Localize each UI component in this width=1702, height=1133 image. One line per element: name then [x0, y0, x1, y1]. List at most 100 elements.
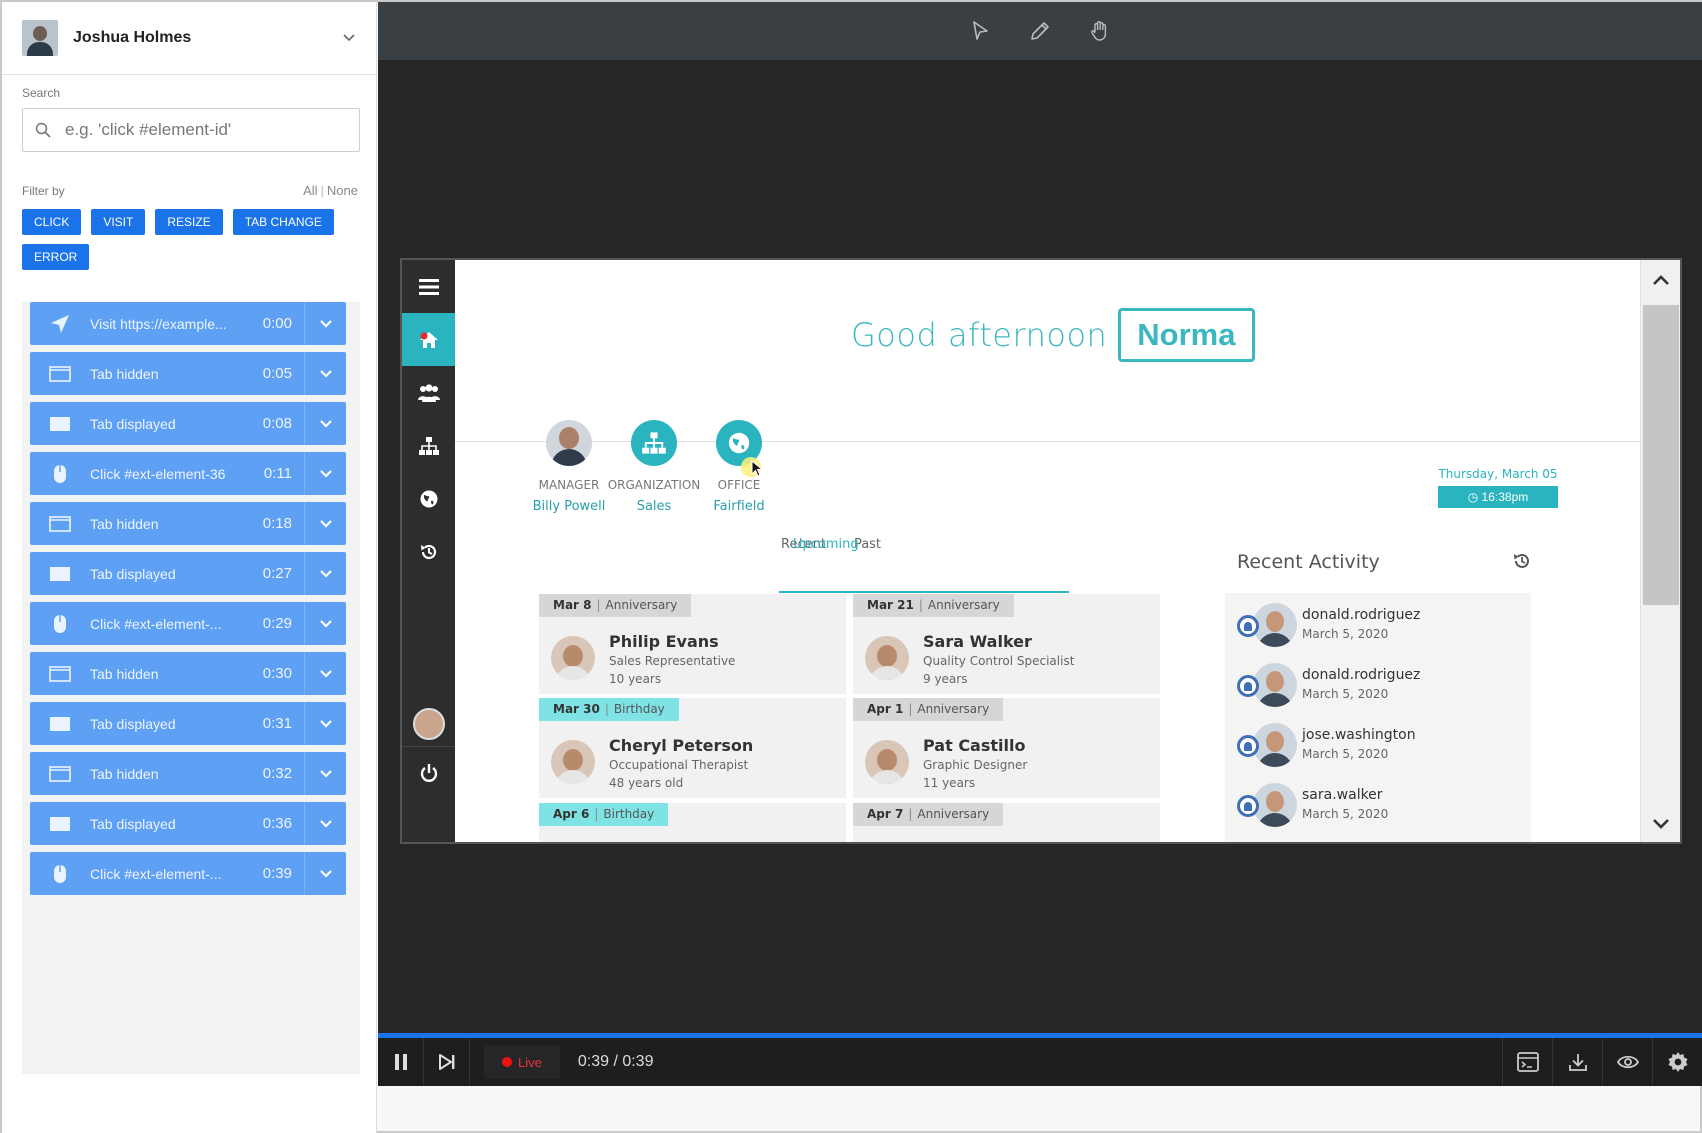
event-card[interactable]: Mar 30 | Birthday Cheryl Peterson Occupati…: [539, 698, 846, 798]
nav-globe[interactable]: [402, 472, 455, 525]
nav-people[interactable]: [402, 366, 455, 419]
recent-activity-title: Recent Activity: [1237, 551, 1380, 573]
event-item[interactable]: Tab displayed 0:27: [30, 552, 346, 595]
pencil-icon[interactable]: [1028, 19, 1052, 43]
scroll-thumb[interactable]: [1643, 305, 1679, 605]
expand-event-button[interactable]: [304, 302, 346, 345]
tab-upcoming[interactable]: Upcoming: [779, 537, 1069, 593]
download-icon: [1568, 1054, 1587, 1071]
event-card[interactable]: Mar 21 | Anniversary Sara Walker Quality C…: [853, 594, 1160, 694]
scroll-down-button[interactable]: [1641, 804, 1680, 842]
download-button[interactable]: [1552, 1038, 1602, 1086]
expand-event-button[interactable]: [304, 852, 346, 895]
activity-item[interactable]: donald.rodriguez March 5, 2020: [1237, 601, 1527, 657]
expand-event-button[interactable]: [304, 502, 346, 545]
user-header[interactable]: Joshua Holmes: [2, 2, 376, 75]
user-name: Joshua Holmes: [73, 29, 192, 46]
nav-history[interactable]: [402, 525, 455, 578]
event-item[interactable]: Tab hidden 0:18: [30, 502, 346, 545]
expand-event-button[interactable]: [304, 352, 346, 395]
card-years: 9 years: [923, 672, 968, 686]
home-icon: [419, 331, 438, 348]
expand-event-button[interactable]: [304, 402, 346, 445]
filter-tab-change-chip[interactable]: TAB CHANGE: [232, 209, 334, 235]
card-avatar: [551, 740, 595, 784]
scrollbar[interactable]: [1640, 260, 1680, 842]
tag-separator: |: [594, 807, 599, 821]
event-card[interactable]: Apr 6 | Birthday: [539, 803, 846, 842]
expand-event-button[interactable]: [304, 802, 346, 845]
event-card[interactable]: Apr 1 | Anniversary Pat Castillo Graphic D…: [853, 698, 1160, 798]
search-box[interactable]: [22, 108, 360, 152]
nav-home[interactable]: [402, 313, 455, 366]
event-item[interactable]: Tab hidden 0:32: [30, 752, 346, 795]
expand-event-button[interactable]: [304, 602, 346, 645]
scroll-up-button[interactable]: [1641, 260, 1680, 300]
annotation-toolbar: [378, 2, 1702, 60]
event-label: Tab displayed: [90, 815, 176, 832]
event-time: 0:30: [262, 665, 292, 682]
event-item[interactable]: Click #ext-element-36 0:11: [30, 452, 346, 495]
filter-none-link[interactable]: None: [327, 183, 358, 198]
search-input[interactable]: [65, 120, 335, 140]
filter-click-chip[interactable]: CLICK: [22, 209, 82, 235]
activity-item[interactable]: donald.rodriguez March 5, 2020: [1237, 661, 1527, 717]
card-years: 11 years: [923, 776, 976, 790]
event-item[interactable]: Tab hidden 0:30: [30, 652, 346, 695]
org-chart-icon: [631, 420, 677, 466]
event-item[interactable]: Tab displayed 0:36: [30, 802, 346, 845]
avatar: [22, 20, 58, 56]
filter-visit-chip[interactable]: VISIT: [91, 209, 146, 235]
tab-displayed-icon: [30, 715, 90, 733]
hand-icon[interactable]: [1088, 19, 1112, 43]
event-label: Click #ext-element-36: [90, 465, 226, 482]
filter-label: Filter by: [22, 184, 65, 198]
event-card[interactable]: Apr 7 | Anniversary: [853, 803, 1160, 842]
office-info[interactable]: OFFICE Fairfield: [689, 420, 789, 514]
expand-event-button[interactable]: [304, 552, 346, 595]
event-item[interactable]: Visit https://example... 0:00: [30, 302, 346, 345]
menu-button[interactable]: [402, 260, 455, 313]
manager-avatar: [546, 420, 592, 466]
greeting-name: Norma: [1118, 308, 1255, 362]
settings-button[interactable]: [1652, 1038, 1702, 1086]
nav-logout[interactable]: [402, 746, 455, 799]
card-name: Sara Walker: [923, 632, 1032, 651]
console-button[interactable]: [1502, 1038, 1552, 1086]
live-button[interactable]: Live: [484, 1045, 560, 1079]
pause-button[interactable]: [378, 1038, 424, 1086]
filter-all-link[interactable]: All: [303, 183, 317, 198]
activity-avatar: [1253, 603, 1297, 647]
skip-forward-button[interactable]: [424, 1038, 470, 1086]
visibility-button[interactable]: [1602, 1038, 1652, 1086]
event-item[interactable]: Click #ext-element-... 0:29: [30, 602, 346, 645]
event-item[interactable]: Click #ext-element-... 0:39: [30, 852, 346, 895]
event-item[interactable]: Tab displayed 0:08: [30, 402, 346, 445]
chevron-down-icon[interactable]: [342, 31, 356, 45]
user-badge-icon: [1237, 615, 1259, 637]
event-time: 0:39: [262, 865, 292, 882]
event-item[interactable]: Tab hidden 0:05: [30, 352, 346, 395]
chevron-down-icon: [319, 419, 332, 428]
filter-resize-chip[interactable]: RESIZE: [155, 209, 223, 235]
tag-separator: |: [596, 598, 601, 612]
pointer-icon[interactable]: [968, 19, 992, 43]
event-card[interactable]: Mar 8 | Anniversary Philip Evans Sales Rep…: [539, 594, 846, 694]
activity-item[interactable]: sara.walker March 5, 2020: [1237, 781, 1527, 837]
expand-event-button[interactable]: [304, 702, 346, 745]
event-time: 0:05: [262, 365, 292, 382]
activity-item[interactable]: jose.washington March 5, 2020: [1237, 721, 1527, 777]
refresh-icon[interactable]: [1512, 551, 1532, 571]
event-item[interactable]: Tab displayed 0:31: [30, 702, 346, 745]
expand-event-button[interactable]: [304, 452, 346, 495]
nav-organization[interactable]: [402, 419, 455, 472]
clock-badge: ◷ 16:38pm: [1438, 486, 1558, 508]
nav-profile[interactable]: [402, 697, 455, 750]
card-date: Mar 8: [553, 598, 592, 612]
player-right-controls: [1502, 1038, 1702, 1086]
filter-error-chip[interactable]: ERROR: [22, 244, 90, 270]
expand-event-button[interactable]: [304, 752, 346, 795]
card-name: Philip Evans: [609, 632, 719, 651]
card-type: Anniversary: [917, 702, 990, 716]
expand-event-button[interactable]: [304, 652, 346, 695]
